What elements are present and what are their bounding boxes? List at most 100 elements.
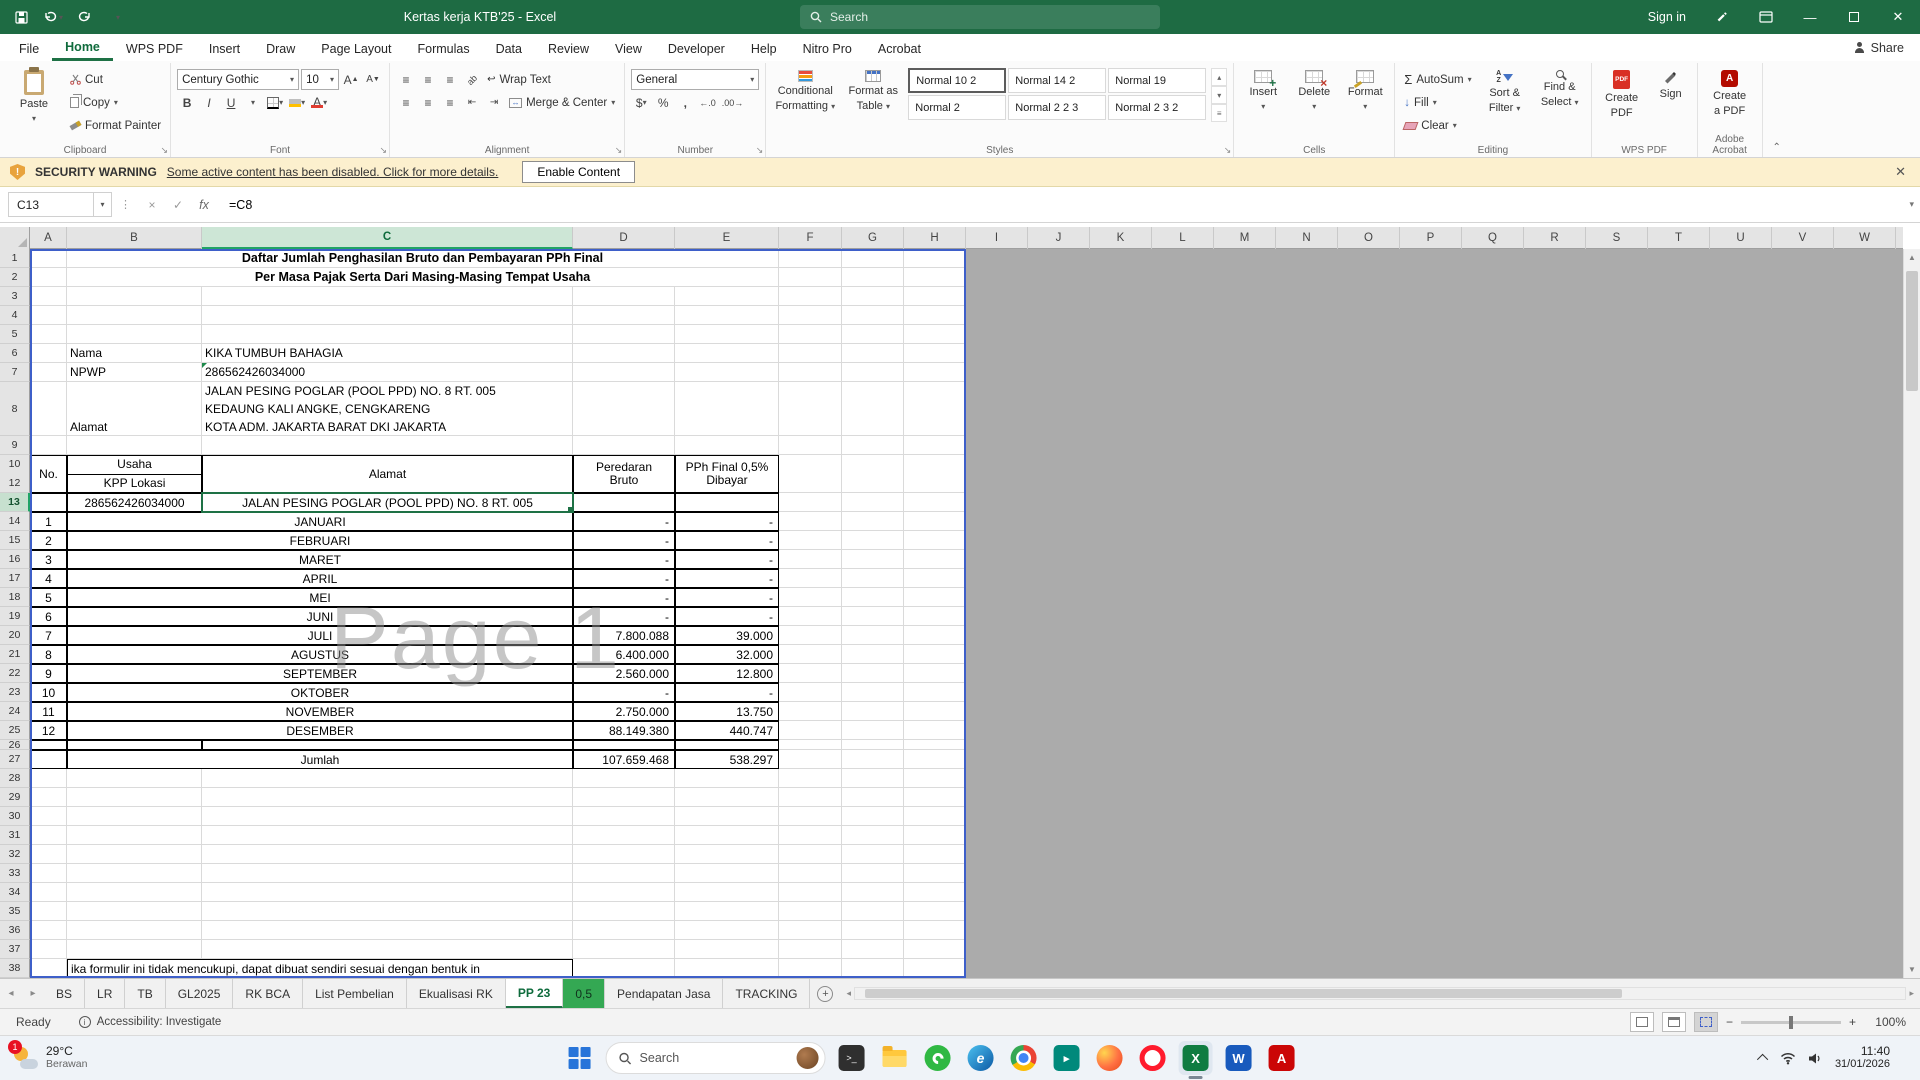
row-header-21[interactable]: 21	[0, 645, 30, 664]
cell-G5[interactable]	[842, 325, 904, 344]
cell-B26[interactable]	[67, 740, 202, 750]
cell-E38[interactable]	[675, 959, 779, 978]
horizontal-scrollbar[interactable]: ◂ ▸	[846, 979, 1914, 1008]
month-name-agustus[interactable]: AGUSTUS	[67, 645, 573, 664]
cell-C26[interactable]	[202, 740, 573, 750]
cell-E31[interactable]	[675, 826, 779, 845]
cell-D34[interactable]	[573, 883, 675, 902]
cell-F5[interactable]	[779, 325, 842, 344]
security-warning-message[interactable]: Some active content has been disabled. C…	[167, 165, 499, 179]
cell-H22[interactable]	[904, 664, 966, 683]
sheet-tab-gl2025[interactable]: GL2025	[166, 979, 234, 1008]
cell-H3[interactable]	[904, 287, 966, 306]
paste-button[interactable]: Paste ▾	[6, 65, 62, 125]
ribbon-display-options-icon[interactable]	[1744, 0, 1788, 34]
scroll-up-icon[interactable]: ▲	[1904, 249, 1920, 266]
cell-A26[interactable]	[30, 740, 67, 750]
cell-style-normal-2-3-2[interactable]: Normal 2 3 2	[1108, 95, 1206, 120]
cell-G33[interactable]	[842, 864, 904, 883]
nama-label[interactable]: Nama	[67, 344, 202, 363]
row-header-34[interactable]: 34	[0, 883, 30, 902]
outside-print-area[interactable]	[966, 531, 1903, 550]
cell-G7[interactable]	[842, 363, 904, 382]
outside-print-area[interactable]	[966, 702, 1903, 721]
table-header-alamat[interactable]: Alamat	[202, 455, 573, 493]
cell-D30[interactable]	[573, 807, 675, 826]
cell-H31[interactable]	[904, 826, 966, 845]
cell-E30[interactable]	[675, 807, 779, 826]
close-button[interactable]: ✕	[1876, 0, 1920, 34]
cell-H9[interactable]	[904, 436, 966, 455]
cell-style-normal-19[interactable]: Normal 19	[1108, 68, 1206, 93]
cell-D33[interactable]	[573, 864, 675, 883]
merge-center-button[interactable]: ↔ Merge & Center ▾	[506, 92, 618, 113]
font-dialog-launcher-icon[interactable]: ↘	[380, 145, 388, 156]
cell-H15[interactable]	[904, 531, 966, 550]
fill-color-button[interactable]: ▾	[287, 92, 307, 113]
outside-print-area[interactable]	[966, 750, 1903, 769]
cell-A27[interactable]	[30, 750, 67, 769]
column-header-M[interactable]: M	[1214, 227, 1276, 249]
acrobat-icon[interactable]: A	[1265, 1041, 1299, 1075]
column-header-L[interactable]: L	[1152, 227, 1214, 249]
page-layout-view-button[interactable]	[1662, 1012, 1686, 1032]
row-header-4[interactable]: 4	[0, 306, 30, 325]
outside-print-area[interactable]	[966, 902, 1903, 921]
cell-G14[interactable]	[842, 512, 904, 531]
cell-A5[interactable]	[30, 325, 67, 344]
column-header-S[interactable]: S	[1586, 227, 1648, 249]
sheet-tab-pp-23[interactable]: PP 23	[506, 979, 563, 1008]
row-header-9[interactable]: 9	[0, 436, 30, 455]
cell-G37[interactable]	[842, 940, 904, 959]
outside-print-area[interactable]	[966, 455, 1903, 493]
column-header-K[interactable]: K	[1090, 227, 1152, 249]
format-as-table-button[interactable]: Format as Table ▾	[843, 65, 903, 113]
ribbon-tab-view[interactable]: View	[602, 34, 655, 61]
cell-G17[interactable]	[842, 569, 904, 588]
hscroll-right-icon[interactable]: ▸	[1909, 988, 1914, 999]
cell-D9[interactable]	[573, 436, 675, 455]
cell-F26[interactable]	[779, 740, 842, 750]
cell-G1[interactable]	[842, 249, 904, 268]
outside-print-area[interactable]	[966, 382, 1903, 436]
cell-F23[interactable]	[779, 683, 842, 702]
cell-A1[interactable]	[30, 249, 67, 268]
cell-H1[interactable]	[904, 249, 966, 268]
cell-F4[interactable]	[779, 306, 842, 325]
cell-style-normal-14-2[interactable]: Normal 14 2	[1008, 68, 1106, 93]
format-cells-button[interactable]: Format ▾	[1342, 65, 1388, 113]
cell-A29[interactable]	[30, 788, 67, 807]
formula-bar-grip[interactable]: ⋮	[112, 198, 139, 211]
sign-in-button[interactable]: Sign in	[1634, 10, 1700, 24]
row-header-5[interactable]: 5	[0, 325, 30, 344]
cell-D8[interactable]	[573, 382, 675, 436]
row-header-26[interactable]: 26	[0, 740, 30, 750]
cell-H20[interactable]	[904, 626, 966, 645]
cell-A34[interactable]	[30, 883, 67, 902]
cell-G27[interactable]	[842, 750, 904, 769]
outside-print-area[interactable]	[966, 826, 1903, 845]
cell-B36[interactable]	[67, 921, 202, 940]
gallery-more-icon[interactable]: ≡	[1211, 104, 1227, 122]
find-select-button[interactable]: Find & Select ▾	[1535, 65, 1585, 109]
cell-C32[interactable]	[202, 845, 573, 864]
cell-style-normal-2-2-3[interactable]: Normal 2 2 3	[1008, 95, 1106, 120]
decrease-font-size-icon[interactable]: A▼	[363, 69, 383, 90]
hscroll-track[interactable]	[854, 987, 1906, 1000]
cell-F27[interactable]	[779, 750, 842, 769]
cell-E33[interactable]	[675, 864, 779, 883]
month-no-juni[interactable]: 6	[30, 607, 67, 626]
cell-F24[interactable]	[779, 702, 842, 721]
cell-H36[interactable]	[904, 921, 966, 940]
cell-F36[interactable]	[779, 921, 842, 940]
sheet-tab-list-pembelian[interactable]: List Pembelian	[303, 979, 407, 1008]
cell-F34[interactable]	[779, 883, 842, 902]
outside-print-area[interactable]	[966, 569, 1903, 588]
pph-juli[interactable]: 39.000	[675, 626, 779, 645]
alignment-dialog-launcher-icon[interactable]: ↘	[615, 145, 623, 156]
outside-print-area[interactable]	[966, 864, 1903, 883]
row-header-31[interactable]: 31	[0, 826, 30, 845]
row-header-15[interactable]: 15	[0, 531, 30, 550]
cell-G9[interactable]	[842, 436, 904, 455]
cell-H35[interactable]	[904, 902, 966, 921]
